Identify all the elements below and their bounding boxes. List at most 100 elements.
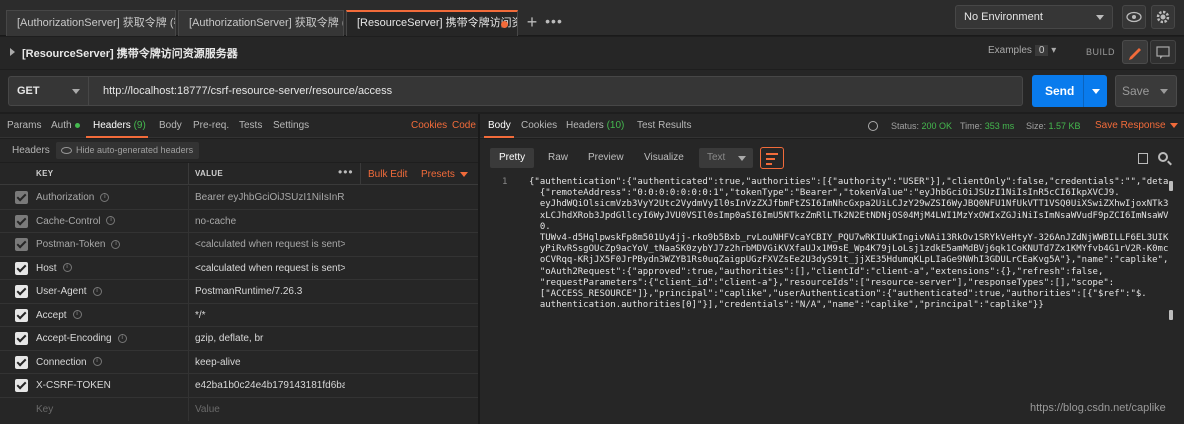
new-value-input[interactable]: Value [195, 404, 345, 415]
time-label: Time: [960, 121, 983, 131]
header-value[interactable]: no-cache [195, 216, 345, 227]
presets-dropdown[interactable]: Presets [421, 169, 468, 180]
request-tab[interactable]: [AuthorizationServer] 获取令牌 (密码... [6, 10, 176, 36]
divider [188, 256, 189, 279]
tab-options-button[interactable]: ••• [543, 10, 565, 36]
info-icon[interactable]: i [106, 216, 116, 226]
globe-icon[interactable] [868, 121, 878, 131]
row-checkbox[interactable] [15, 308, 28, 322]
tab-tests[interactable]: Tests [239, 120, 262, 131]
header-value[interactable]: PostmanRuntime/7.26.3 [195, 286, 345, 297]
new-key-input[interactable]: Key [36, 404, 53, 415]
chevron-down-icon[interactable] [1160, 89, 1168, 94]
request-tab[interactable]: [AuthorizationServer] 获取令牌 (客户... [178, 10, 344, 36]
header-key[interactable]: Accept i [36, 310, 82, 321]
code-line: {"remoteAddress":"0:0:0:0:0:0:0:1","toke… [529, 188, 1120, 199]
info-icon[interactable]: i [111, 239, 121, 249]
send-button[interactable]: Send [1032, 75, 1107, 107]
header-value[interactable]: keep-alive [195, 357, 345, 368]
manage-environments-button[interactable] [1151, 5, 1175, 29]
header-value[interactable]: <calculated when request is sent> [195, 263, 345, 274]
view-pretty-button[interactable]: Pretty [490, 148, 535, 168]
save-response-dropdown[interactable]: Save Response [1095, 120, 1178, 131]
row-checkbox[interactable] [15, 214, 28, 228]
chevron-down-icon [738, 156, 746, 161]
row-checkbox[interactable] [15, 238, 28, 251]
chevron-right-icon[interactable] [10, 48, 15, 56]
tab-body[interactable]: Body [159, 120, 182, 131]
hide-auto-headers-button[interactable]: Hide auto-generated headers [56, 142, 200, 159]
table-row: X-CSRF-TOKEN e42ba1b0c24e4b179143181fd6b… [0, 374, 478, 398]
tab-response-cookies[interactable]: Cookies [521, 120, 557, 131]
header-key[interactable]: Host i [36, 263, 72, 274]
bulk-edit-button[interactable]: Bulk Edit [368, 169, 407, 180]
wrap-lines-button[interactable] [760, 147, 784, 169]
row-checkbox[interactable] [15, 261, 28, 275]
more-options-button[interactable]: ••• [338, 165, 354, 179]
row-checkbox[interactable] [15, 332, 28, 345]
info-icon[interactable]: i [100, 192, 110, 202]
method-select[interactable]: GET [8, 76, 88, 106]
tab-label: [ResourceServer] 携带令牌访问资源... [357, 17, 517, 29]
view-raw-button[interactable]: Raw [539, 148, 577, 168]
scrollbar-marker[interactable] [1169, 310, 1173, 320]
request-name[interactable]: [ResourceServer] 携带令牌访问资源服务器 [22, 45, 238, 61]
format-select[interactable]: Text [699, 148, 753, 168]
header-value[interactable]: Bearer eyJhbGciOiJSUzI1NiIsInR5cC [195, 192, 345, 203]
header-key[interactable]: User-Agent i [36, 286, 102, 297]
chevron-down-icon[interactable] [1092, 89, 1100, 94]
save-button[interactable]: Save [1115, 75, 1177, 107]
info-icon[interactable]: i [72, 310, 82, 320]
watermark: https://blog.csdn.net/caplike [1030, 402, 1166, 414]
info-icon[interactable]: i [92, 286, 102, 296]
tab-headers[interactable]: Headers (9) [93, 120, 146, 131]
code-line: "oAuth2Request":{"approved":true,"author… [529, 266, 1104, 277]
row-checkbox[interactable] [15, 285, 28, 298]
header-key[interactable]: X-CSRF-TOKEN [36, 380, 111, 391]
copy-icon[interactable] [1138, 153, 1148, 164]
row-checkbox[interactable] [15, 355, 28, 369]
row-checkbox[interactable] [15, 191, 28, 204]
size-readout: Size: 1.57 KB [1026, 121, 1081, 131]
environment-select[interactable]: No Environment [955, 5, 1113, 29]
new-tab-button[interactable]: + [522, 10, 542, 36]
header-value[interactable]: e42ba1b0c24e4b179143181fd6ba5ab0 [195, 380, 345, 391]
header-key[interactable]: Postman-Token i [36, 239, 121, 250]
header-value[interactable]: */* [195, 310, 345, 321]
url-input[interactable]: http://localhost:18777/csrf-resource-ser… [88, 76, 1023, 106]
header-key[interactable]: Connection i [36, 357, 102, 368]
header-key[interactable]: Cache-Control i [36, 216, 116, 227]
row-checkbox[interactable] [15, 379, 28, 392]
code-link[interactable]: Code [452, 120, 476, 131]
view-preview-button[interactable]: Preview [579, 148, 633, 168]
header-value[interactable]: <calculated when request is sent> [195, 239, 345, 250]
header-key[interactable]: Accept-Encoding i [36, 333, 127, 344]
edit-mode-button[interactable] [1122, 40, 1148, 64]
tab-test-results[interactable]: Test Results [637, 120, 691, 131]
tab-auth[interactable]: Auth [51, 120, 80, 131]
view-visualize-button[interactable]: Visualize [635, 148, 693, 168]
divider [188, 374, 189, 397]
cookies-link[interactable]: Cookies [411, 120, 447, 131]
header-value[interactable]: gzip, deflate, br [195, 333, 345, 344]
build-label[interactable]: BUILD [1086, 47, 1115, 57]
environment-quick-look-button[interactable] [1122, 5, 1146, 29]
size-value: 1.57 KB [1048, 121, 1081, 131]
tab-settings[interactable]: Settings [273, 120, 309, 131]
active-tab-indicator [484, 136, 514, 138]
examples-dropdown[interactable]: Examples 0 ▾ [988, 45, 1056, 56]
tab-params[interactable]: Params [7, 120, 41, 131]
comments-button[interactable] [1150, 40, 1176, 64]
header-key[interactable]: Authorization i [36, 192, 110, 203]
tab-response-body[interactable]: Body [488, 120, 511, 131]
tab-response-headers[interactable]: Headers (10) [566, 120, 624, 131]
info-icon[interactable]: i [92, 357, 102, 367]
info-icon[interactable]: i [117, 333, 127, 343]
tab-label: [AuthorizationServer] 获取令牌 (密码... [17, 17, 175, 29]
info-icon[interactable]: i [62, 263, 72, 273]
tab-prereq[interactable]: Pre-req. [193, 120, 229, 131]
scrollbar-marker[interactable] [1169, 181, 1173, 191]
response-body[interactable]: 1 {"authentication":{"authenticated":tru… [480, 173, 1184, 424]
search-icon[interactable] [1158, 152, 1168, 162]
request-tab-active[interactable]: [ResourceServer] 携带令牌访问资源... [346, 10, 518, 36]
